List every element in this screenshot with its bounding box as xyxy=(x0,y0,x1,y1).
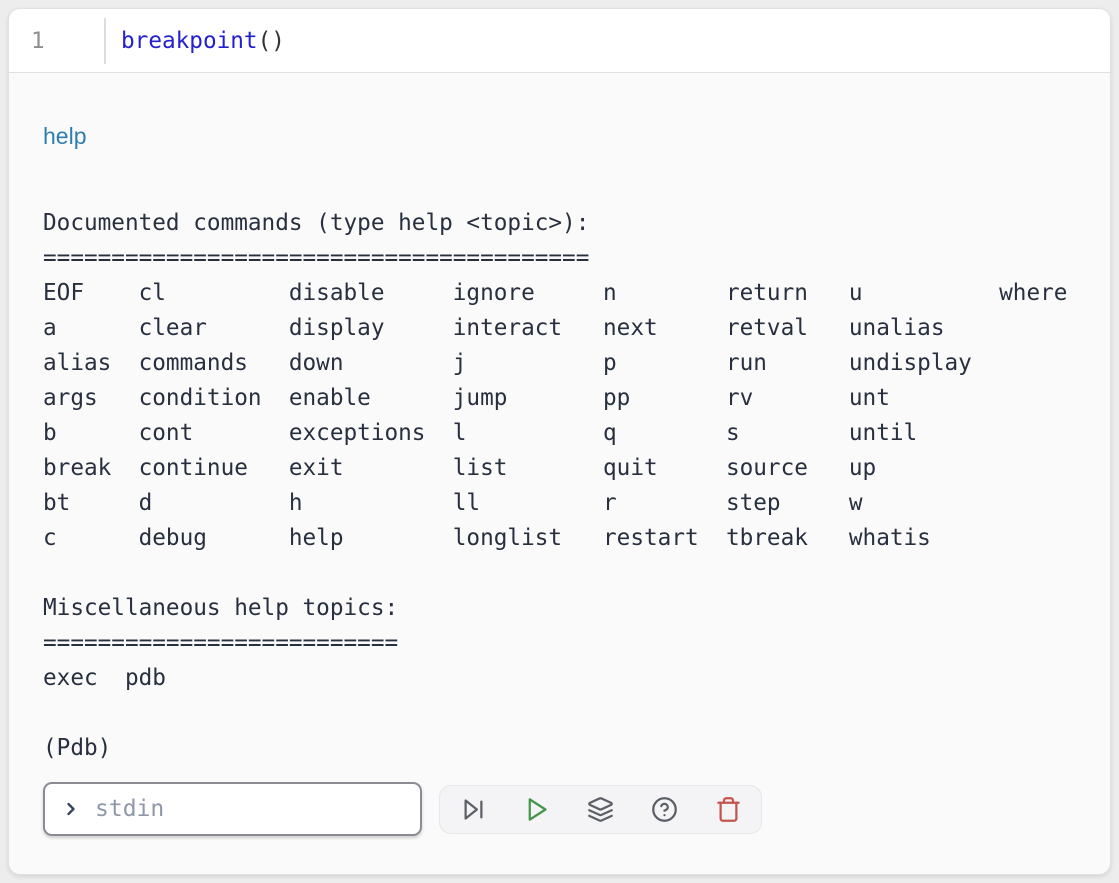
chevron-right-icon xyxy=(61,799,81,819)
stdin-inputbox[interactable] xyxy=(43,782,422,836)
code-parens: () xyxy=(258,28,285,54)
notebook-cell: 1 breakpoint() help Documented commands … xyxy=(8,8,1111,875)
skip-forward-icon xyxy=(460,796,487,823)
echoed-command: help xyxy=(43,123,1110,149)
stack-button[interactable] xyxy=(582,790,620,828)
code-editor-row: 1 breakpoint() xyxy=(9,9,1110,73)
code-function-name: breakpoint xyxy=(121,28,258,54)
clear-button[interactable] xyxy=(709,790,747,828)
play-icon xyxy=(523,796,550,823)
code-editor-line[interactable]: breakpoint() xyxy=(106,28,285,54)
debugger-toolbar xyxy=(439,785,762,834)
skip-forward-button[interactable] xyxy=(454,790,492,828)
run-button[interactable] xyxy=(518,790,556,828)
stdin-input[interactable] xyxy=(93,795,406,823)
stdin-toolbar-row xyxy=(43,782,1110,836)
cell-output-area: help Documented commands (type help <top… xyxy=(9,123,1110,836)
layers-icon xyxy=(587,796,614,823)
help-circle-icon xyxy=(651,796,678,823)
pdb-output: Documented commands (type help <topic>):… xyxy=(43,206,1110,766)
line-number: 1 xyxy=(9,28,104,54)
trash-icon xyxy=(715,796,742,823)
help-button[interactable] xyxy=(645,790,683,828)
